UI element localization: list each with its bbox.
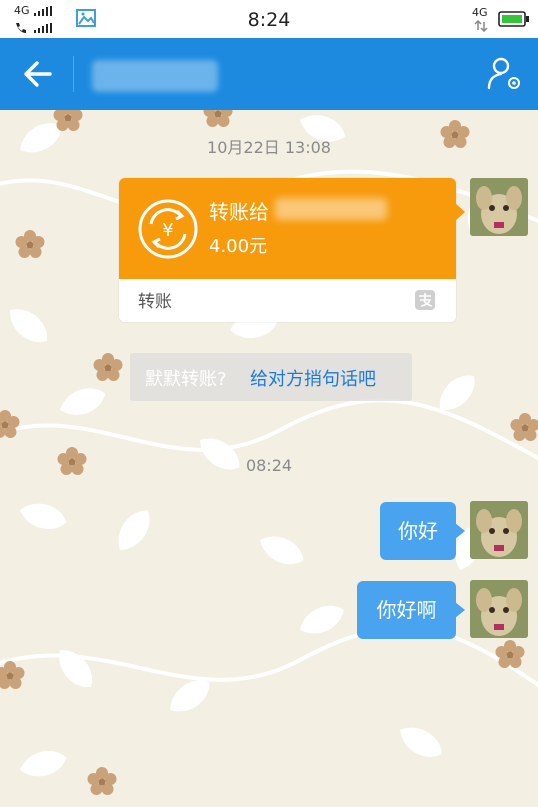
- network-type-right-label: 4G: [472, 6, 488, 19]
- title-bar: [0, 38, 538, 110]
- back-arrow-icon[interactable]: [20, 56, 56, 92]
- alipay-icon: [415, 290, 435, 310]
- chat-area[interactable]: 10月22日 13:08 ¥ 转账给 4.00元 转账 默默转账? 给对方捎句话…: [0, 110, 538, 807]
- transfer-hint-box: 默默转账? 给对方捎句话吧: [130, 353, 412, 401]
- svg-text:¥: ¥: [162, 220, 173, 241]
- user-avatar[interactable]: [470, 178, 528, 236]
- profile-settings-icon[interactable]: [484, 54, 524, 94]
- user-avatar-2[interactable]: [470, 501, 528, 559]
- transfer-card-footer: 转账: [119, 279, 456, 322]
- transfer-footer-label: 转账: [138, 292, 172, 312]
- user-avatar-3[interactable]: [470, 580, 528, 638]
- message-bubble-tail-2: [455, 602, 465, 618]
- contact-name-redacted[interactable]: [92, 60, 218, 92]
- data-arrows-icon: [474, 20, 488, 32]
- message-bubble[interactable]: 你好: [380, 502, 456, 560]
- hint-text: 默默转账?: [145, 369, 227, 390]
- message-text-2: 你好啊: [376, 598, 437, 622]
- status-bar: 4G 8:24 4G: [0, 0, 538, 38]
- message-timestamp-2: 08:24: [245, 456, 293, 475]
- transfer-title: 转账给: [209, 200, 269, 224]
- message-bubble-2[interactable]: 你好啊: [357, 581, 456, 639]
- status-time: 8:24: [247, 9, 291, 31]
- currency-transfer-icon: ¥: [138, 199, 198, 259]
- battery-icon: [498, 11, 529, 27]
- transfer-recipient-redacted: [275, 198, 387, 220]
- title-divider: [73, 56, 74, 92]
- message-timestamp: 10月22日 13:08: [207, 138, 331, 157]
- transfer-card-header: ¥ 转账给 4.00元: [119, 178, 456, 279]
- message-bubble-tail: [455, 523, 465, 539]
- chat-screen: 4G 8:24 4G 10月22日 13:08 ¥ 转账给 4.00元 转账 默…: [0, 0, 538, 807]
- transfer-card-tail: [455, 203, 465, 221]
- hint-leave-message-link[interactable]: 给对方捎句话吧: [250, 365, 376, 391]
- transfer-card[interactable]: ¥ 转账给 4.00元 转账: [119, 178, 456, 322]
- message-text: 你好: [398, 519, 438, 543]
- transfer-amount: 4.00元: [209, 236, 268, 257]
- network-indicator-right: 4G: [472, 6, 488, 19]
